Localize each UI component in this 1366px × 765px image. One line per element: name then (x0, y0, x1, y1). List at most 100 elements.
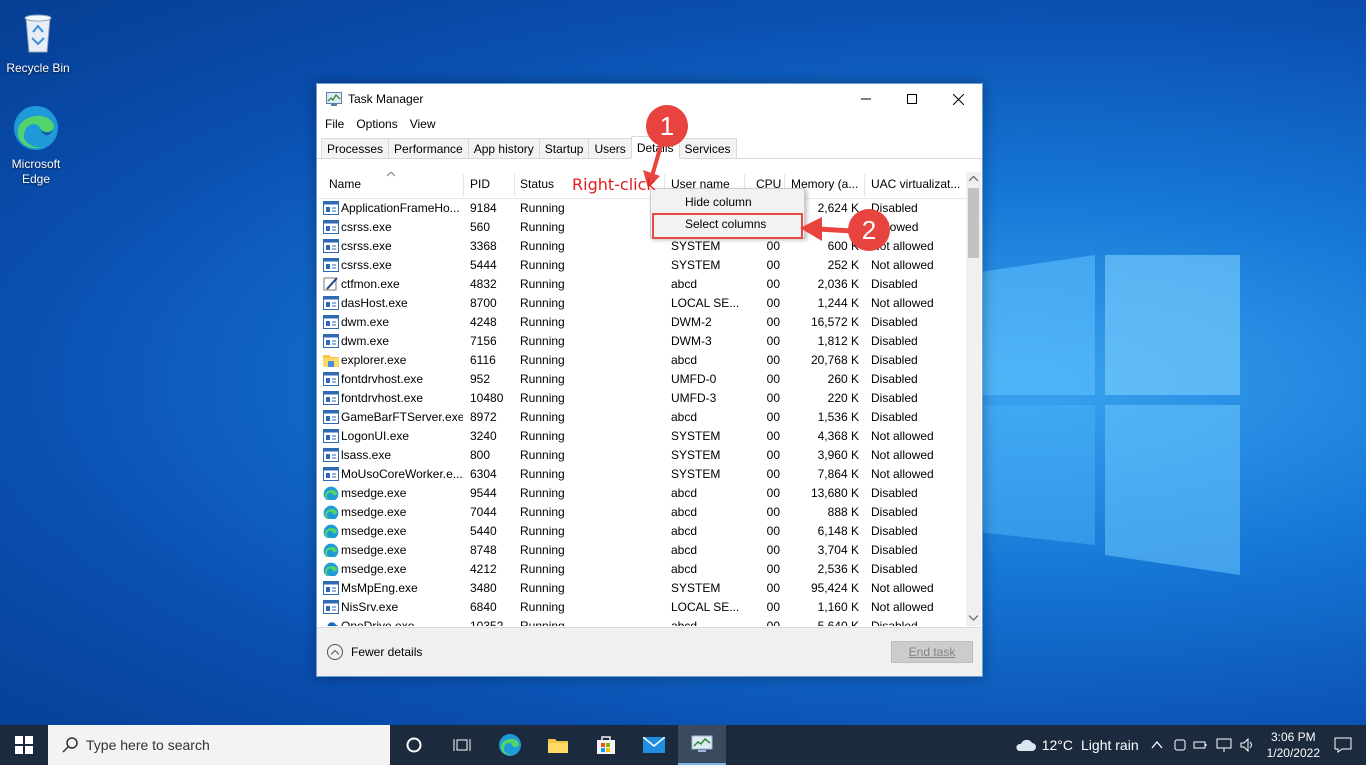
title-bar[interactable]: Task Manager (317, 84, 982, 114)
table-row[interactable]: LogonUI.exe 3240 Running SYSTEM 00 4,368 K Not… (318, 427, 966, 446)
cell-cpu: 00 (766, 505, 780, 519)
menu-options[interactable]: Options (352, 117, 405, 131)
taskbar-clock[interactable]: 3:06 PM 1/20/2022 (1267, 729, 1320, 761)
table-row[interactable]: dwm.exe 4248 Running DWM-2 00 16,572 K Disable… (318, 313, 966, 332)
tab-processes[interactable]: Processes (321, 138, 390, 158)
table-row[interactable]: dasHost.exe 8700 Running LOCAL SE... 00 1,244… (318, 294, 966, 313)
recycle-bin-icon (24, 14, 52, 53)
edge-icon (499, 734, 521, 756)
cell-uac: Disabled (871, 315, 918, 329)
start-button[interactable] (0, 725, 48, 765)
close-button[interactable] (935, 84, 981, 114)
column-header-status[interactable]: Status (520, 177, 554, 191)
cell-pid: 4832 (470, 277, 497, 291)
table-row[interactable]: csrss.exe 5444 Running SYSTEM 00 252 K Not all… (318, 256, 966, 275)
cell-cpu: 00 (766, 581, 780, 595)
taskbar-store-button[interactable] (582, 725, 630, 765)
tab-services[interactable]: Services (678, 138, 737, 158)
taskbar-file-explorer-button[interactable] (534, 725, 582, 765)
chevron-up-icon[interactable] (1151, 741, 1163, 749)
cell-status: Running (520, 619, 565, 626)
table-row[interactable]: OneDrive.exe 10352 Running abcd 00 5,640 K Dis… (318, 617, 966, 626)
battery-icon[interactable] (1193, 738, 1207, 752)
table-row[interactable]: fontdrvhost.exe 10480 Running UMFD-3 00 220 K… (318, 389, 966, 408)
table-row[interactable]: lsass.exe 800 Running SYSTEM 00 3,960 K Not al… (318, 446, 966, 465)
weather-condition[interactable]: Light rain (1081, 737, 1139, 753)
cell-cpu: 00 (766, 429, 780, 443)
weather-temperature[interactable]: 12°C (1042, 737, 1073, 753)
tab-app-history[interactable]: App history (467, 138, 540, 158)
network-icon[interactable] (1215, 737, 1233, 753)
cell-status: Running (520, 410, 565, 424)
maximize-icon (907, 94, 917, 104)
minimize-button[interactable] (843, 84, 889, 114)
cell-uac: Not allowed (871, 467, 934, 481)
table-row[interactable]: GameBarFTServer.exe 8972 Running abcd 00 1,53… (318, 408, 966, 427)
desktop-icon-recycle-bin[interactable]: Recycle Bin (2, 8, 74, 75)
cell-cpu: 00 (766, 486, 780, 500)
table-row[interactable]: dwm.exe 7156 Running DWM-3 00 1,812 K Disabled (318, 332, 966, 351)
cell-mem: 2,036 K (817, 277, 859, 291)
cell-status: Running (520, 543, 565, 557)
scroll-up-icon[interactable] (969, 176, 978, 182)
column-header-uac[interactable]: UAC virtualizat... (871, 177, 963, 191)
column-header-pid[interactable]: PID (470, 177, 490, 191)
table-row[interactable]: msedge.exe 4212 Running abcd 00 2,536 K Disabl… (318, 560, 966, 579)
table-row[interactable]: NisSrv.exe 6840 Running LOCAL SE... 00 1,160 … (318, 598, 966, 617)
cell-user: DWM-3 (671, 334, 712, 348)
task-manager-icon (691, 735, 713, 752)
table-row[interactable]: explorer.exe 6116 Running abcd 00 20,768 K Dis… (318, 351, 966, 370)
end-task-button[interactable]: End task (891, 641, 973, 663)
table-row[interactable]: MsMpEng.exe 3480 Running SYSTEM 00 95,424 K No… (318, 579, 966, 598)
cell-mem: 5,640 K (817, 619, 859, 626)
scroll-down-icon[interactable] (969, 615, 978, 621)
menu-file[interactable]: File (321, 117, 352, 131)
cell-name: msedge.exe (341, 543, 407, 557)
cell-uac: Not allowed (871, 581, 934, 595)
tab-performance[interactable]: Performance (388, 138, 469, 158)
table-row[interactable]: MoUsoCoreWorker.e... 6304 Running SYSTEM 00 7… (318, 465, 966, 484)
cell-name: lsass.exe (341, 448, 392, 462)
store-icon (597, 736, 615, 754)
table-row[interactable]: msedge.exe 5440 Running abcd 00 6,148 K Disabl… (318, 522, 966, 541)
maximize-button[interactable] (889, 84, 935, 114)
cell-pid: 6116 (470, 353, 496, 367)
cell-mem: 888 K (827, 505, 859, 519)
cell-uac: Not allowed (871, 448, 934, 462)
taskbar-mail-button[interactable] (630, 725, 678, 765)
tab-startup[interactable]: Startup (538, 138, 590, 158)
cell-user: UMFD-3 (671, 391, 717, 405)
tab-users[interactable]: Users (588, 138, 632, 158)
menu-view[interactable]: View (406, 117, 444, 131)
cortana-button[interactable] (390, 725, 438, 765)
menu-item-hide-column[interactable]: Hide column (685, 195, 752, 209)
cell-user: SYSTEM (671, 258, 721, 272)
vertical-scrollbar[interactable] (966, 172, 981, 626)
notification-icon[interactable] (1334, 737, 1352, 753)
desktop-icon-edge[interactable]: Microsoft Edge (0, 104, 72, 187)
table-row[interactable]: msedge.exe 7044 Running abcd 00 888 K Disabled (318, 503, 966, 522)
task-view-button[interactable] (438, 725, 486, 765)
weather-cloud-icon[interactable] (1014, 737, 1036, 753)
cell-status: Running (520, 448, 565, 462)
volume-icon[interactable] (1239, 737, 1255, 753)
cell-cpu: 00 (766, 410, 780, 424)
scrollbar-thumb[interactable] (968, 188, 979, 258)
table-row[interactable]: ctfmon.exe 4832 Running abcd 00 2,036 K Disabl… (318, 275, 966, 294)
cell-uac: Disabled (871, 410, 918, 424)
table-row[interactable]: msedge.exe 9544 Running abcd 00 13,680 K Disab… (318, 484, 966, 503)
cell-pid: 560 (470, 220, 491, 234)
cell-cpu: 00 (766, 562, 780, 576)
highlight-box-select-columns (652, 213, 803, 239)
taskbar-edge-button[interactable] (486, 725, 534, 765)
cell-pid: 10352 (470, 619, 504, 626)
cell-status: Running (520, 372, 565, 386)
table-row[interactable]: fontdrvhost.exe 952 Running UMFD-0 00 260 K Di… (318, 370, 966, 389)
taskbar-search-box[interactable]: Type here to search (48, 725, 390, 765)
meet-now-icon[interactable] (1173, 737, 1187, 753)
taskbar-task-manager-button[interactable] (678, 725, 726, 765)
fewer-details-button[interactable]: Fewer details (327, 644, 422, 660)
column-header-name[interactable]: Name (329, 177, 361, 191)
table-row[interactable]: msedge.exe 8748 Running abcd 00 3,704 K Disabl… (318, 541, 966, 560)
cell-pid: 10480 (470, 391, 504, 405)
